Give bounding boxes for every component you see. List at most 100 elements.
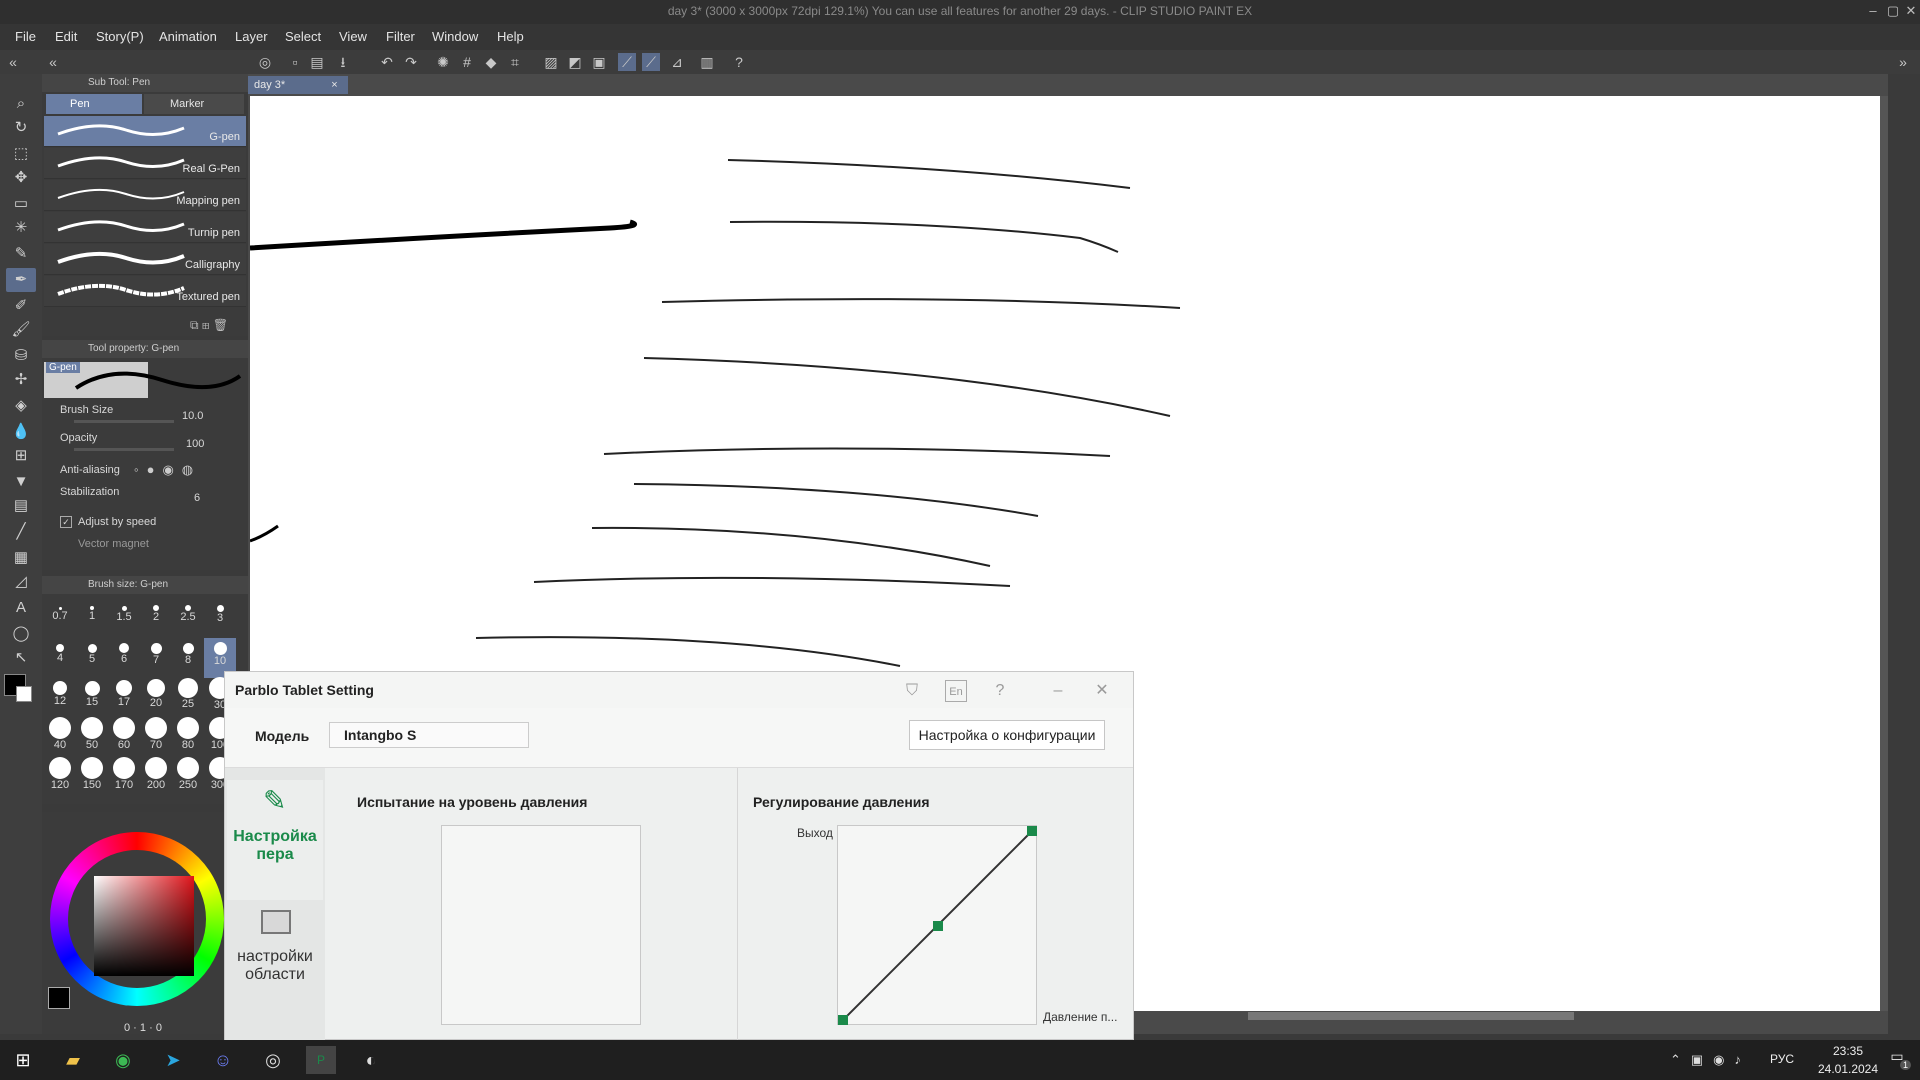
- brush-size-cell[interactable]: 1.5: [108, 598, 140, 638]
- zoom-icon[interactable]: ⌕: [6, 92, 36, 116]
- discord-icon[interactable]: ☺: [208, 1046, 238, 1074]
- brush-size-cell[interactable]: 12: [44, 678, 76, 718]
- config-button[interactable]: Настройка о конфигурации: [909, 720, 1105, 750]
- opacity-row[interactable]: Opacity 100: [44, 432, 246, 456]
- brush-size-cell[interactable]: 17: [108, 678, 140, 718]
- pressure-curve-graph[interactable]: [837, 825, 1037, 1025]
- brush-size-cell[interactable]: 20: [140, 678, 172, 718]
- opacity-value[interactable]: 100: [186, 438, 204, 450]
- selection-icon[interactable]: ▣: [590, 53, 608, 71]
- brush-size-cell[interactable]: 0.7: [44, 598, 76, 638]
- redo-icon[interactable]: ↷: [402, 53, 420, 71]
- frame-icon[interactable]: ▦: [6, 546, 36, 570]
- rotate-icon[interactable]: ↻: [6, 116, 36, 140]
- eraser-icon[interactable]: ◈: [6, 394, 36, 418]
- clip-studio-icon[interactable]: ◎: [258, 1046, 288, 1074]
- brush-size-cell[interactable]: 2: [140, 598, 172, 638]
- clock-time[interactable]: 23:35: [1818, 1044, 1878, 1058]
- perspective-icon[interactable]: ⊿: [668, 53, 686, 71]
- help-icon[interactable]: ?: [989, 680, 1011, 702]
- brush-size-cell[interactable]: 1: [76, 598, 108, 638]
- brush-item-textured-pen[interactable]: Textured pen: [44, 276, 246, 307]
- close-icon[interactable]: ✕: [1091, 680, 1113, 702]
- language-icon[interactable]: En: [945, 680, 967, 702]
- copy-icon[interactable]: ⧉: [190, 318, 199, 332]
- trash-icon[interactable]: 🗑: [213, 318, 228, 332]
- telegram-icon[interactable]: ➤: [158, 1046, 188, 1074]
- tray-language[interactable]: РУС: [1770, 1052, 1794, 1066]
- grid-tool-icon[interactable]: ⊞: [6, 444, 36, 468]
- collapse-right-icon[interactable]: »: [1894, 53, 1912, 71]
- menu-window[interactable]: Window: [432, 29, 478, 44]
- book-icon[interactable]: ▥: [698, 53, 716, 71]
- start-icon[interactable]: ⊞: [8, 1046, 38, 1074]
- pen-tool-icon[interactable]: ✒: [6, 268, 36, 292]
- antialiasing-options[interactable]: ◦●◉◍: [134, 462, 214, 480]
- brush-item-mapping-pen[interactable]: Mapping pen: [44, 180, 246, 211]
- curve-point-start[interactable]: [838, 1015, 848, 1025]
- move-icon[interactable]: ✥: [6, 166, 36, 190]
- menu-help[interactable]: Help: [497, 29, 524, 44]
- document-tab[interactable]: day 3* ×: [248, 76, 348, 94]
- antialiasing-row[interactable]: Anti-aliasing ◦●◉◍: [44, 460, 246, 484]
- gradient-icon[interactable]: ▤: [6, 494, 36, 518]
- magic-wand-icon[interactable]: ✳: [6, 216, 36, 240]
- brush-size-cell[interactable]: 3: [204, 598, 236, 638]
- clock-date[interactable]: 24.01.2024: [1806, 1062, 1890, 1076]
- group-tab-marker[interactable]: Marker: [144, 94, 244, 114]
- correct-line-icon[interactable]: ↖: [6, 646, 36, 670]
- new-file-icon[interactable]: ▫: [286, 53, 304, 71]
- sub-color-swatch[interactable]: [16, 686, 32, 702]
- stabilization-value[interactable]: 6: [194, 492, 200, 504]
- line-icon[interactable]: ╱: [6, 520, 36, 544]
- add-icon[interactable]: ⊞: [202, 318, 210, 332]
- horizontal-scrollbar[interactable]: [1248, 1012, 1574, 1020]
- brush-size-cell[interactable]: 7: [140, 638, 172, 678]
- eyedropper-icon[interactable]: ✎: [6, 242, 36, 266]
- tab-close-icon[interactable]: ×: [331, 79, 337, 91]
- pressure-test-area[interactable]: [441, 825, 641, 1025]
- blend-icon[interactable]: 💧: [6, 420, 36, 444]
- collapse-left-icon[interactable]: «: [4, 53, 22, 71]
- balloon-icon[interactable]: ◯: [6, 622, 36, 646]
- brush-item-calligraphy[interactable]: Calligraphy: [44, 244, 246, 275]
- opacity-slider[interactable]: [74, 448, 174, 451]
- pencil-icon[interactable]: ✐: [6, 294, 36, 318]
- menu-story[interactable]: Story(P): [96, 29, 144, 44]
- brush-item-turnip-pen[interactable]: Turnip pen: [44, 212, 246, 243]
- menu-select[interactable]: Select: [285, 29, 321, 44]
- vertical-scrollbar[interactable]: [1880, 96, 1888, 1011]
- ruler-icon[interactable]: ◿: [6, 570, 36, 594]
- menu-edit[interactable]: Edit: [55, 29, 77, 44]
- adjust-speed-row[interactable]: ✓ Adjust by speed: [44, 514, 246, 538]
- brush-size-cell[interactable]: 150: [76, 757, 108, 798]
- undo-icon[interactable]: ↶: [378, 53, 396, 71]
- transform-icon[interactable]: ✺: [434, 53, 452, 71]
- brush-size-cell[interactable]: 5: [76, 638, 108, 678]
- help-icon[interactable]: ?: [730, 53, 748, 71]
- brush-item-g-pen[interactable]: G-pen: [44, 116, 246, 147]
- brush-size-cell[interactable]: 15: [76, 678, 108, 718]
- brush-size-slider[interactable]: [74, 420, 174, 423]
- menu-layer[interactable]: Layer: [235, 29, 268, 44]
- brush-size-cell[interactable]: 80: [172, 717, 204, 758]
- brush-icon[interactable]: 🖌: [6, 318, 36, 342]
- parblo-icon[interactable]: P: [306, 1046, 336, 1074]
- adjust-speed-checkbox[interactable]: ✓: [60, 516, 72, 528]
- brush-size-cell[interactable]: 2.5: [172, 598, 204, 638]
- color-swatch-main[interactable]: [48, 987, 70, 1009]
- object-select-icon[interactable]: ⬚: [6, 142, 36, 166]
- minimize-icon[interactable]: –: [1864, 2, 1882, 20]
- text-icon[interactable]: A: [6, 596, 36, 620]
- curve-point-mid[interactable]: [933, 921, 943, 931]
- brush-size-cell[interactable]: 120: [44, 757, 76, 798]
- menu-animation[interactable]: Animation: [159, 29, 217, 44]
- brush-size-cell[interactable]: 8: [172, 638, 204, 678]
- menu-view[interactable]: View: [339, 29, 367, 44]
- close-icon[interactable]: ✕: [1902, 2, 1920, 20]
- clip-studio-paint-icon[interactable]: ◐: [356, 1046, 386, 1074]
- brush-size-cell[interactable]: 200: [140, 757, 172, 798]
- brush-size-cell[interactable]: 25: [172, 678, 204, 718]
- mask-icon[interactable]: ◩: [566, 53, 584, 71]
- file-explorer-icon[interactable]: ▰: [58, 1046, 88, 1074]
